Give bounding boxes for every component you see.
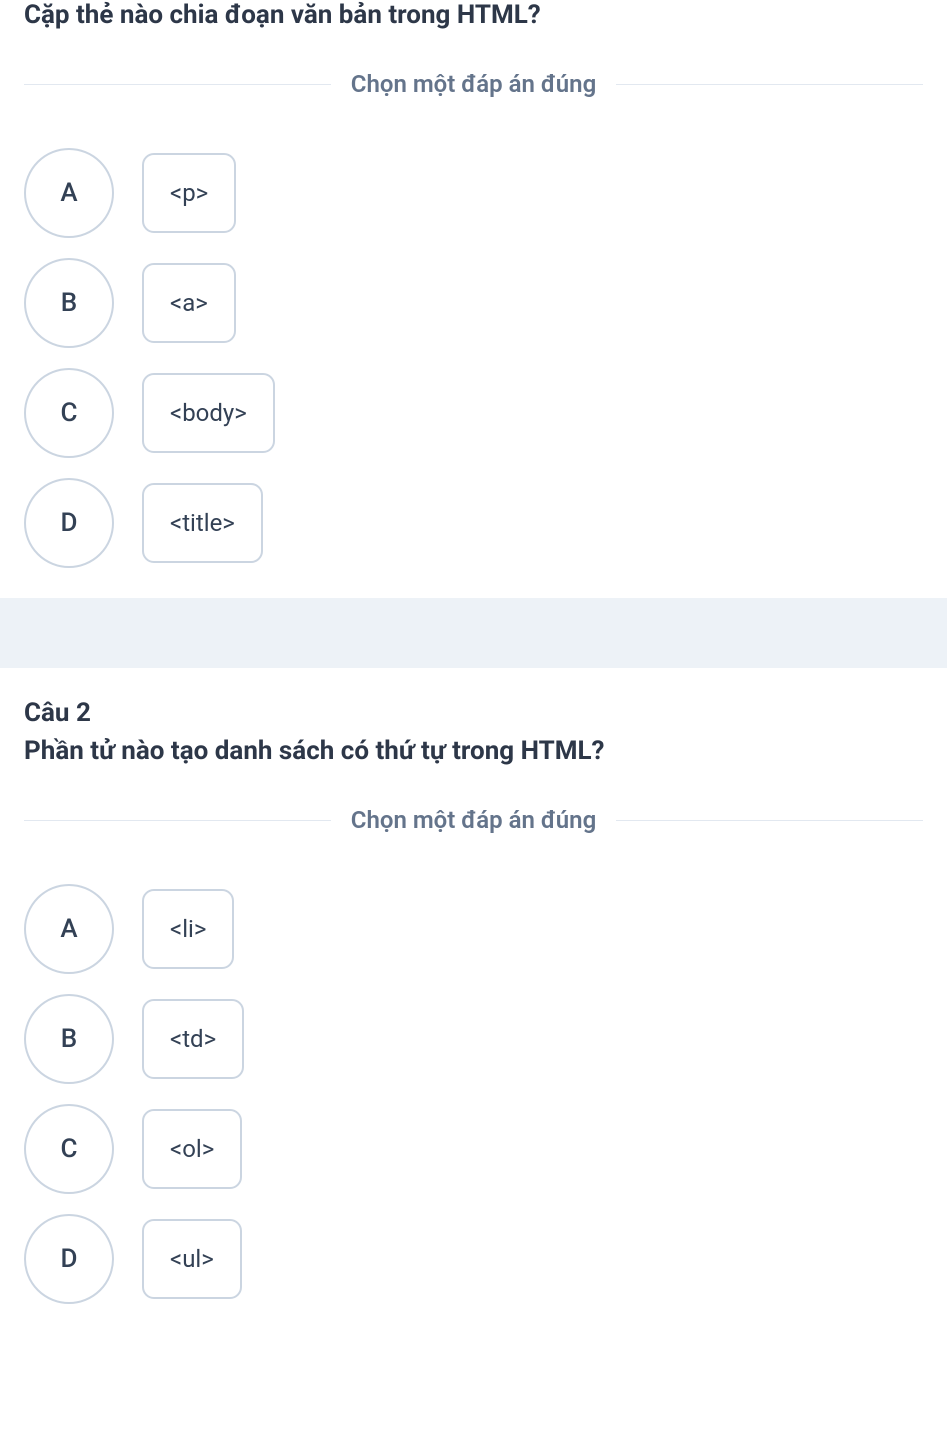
option-letter: C bbox=[24, 1104, 114, 1194]
options-list: A <li> B <td> C <ol> D <ul> bbox=[24, 884, 923, 1304]
question-number: Câu 2 bbox=[24, 668, 923, 728]
question-text: Phần tử nào tạo danh sách có thứ tự tron… bbox=[24, 736, 923, 766]
divider-line-left bbox=[24, 84, 331, 85]
option-value: <a> bbox=[142, 263, 236, 343]
option-value: <li> bbox=[142, 889, 234, 969]
option-letter: B bbox=[24, 258, 114, 348]
instruction-text: Chọn một đáp án đúng bbox=[331, 806, 616, 834]
option-value: <ol> bbox=[142, 1109, 242, 1189]
instruction-divider: Chọn một đáp án đúng bbox=[24, 70, 923, 98]
options-list: A <p> B <a> C <body> D <title> bbox=[24, 148, 923, 568]
option-b[interactable]: B <td> bbox=[24, 994, 923, 1084]
divider-line-right bbox=[616, 84, 923, 85]
option-d[interactable]: D <title> bbox=[24, 478, 923, 568]
question-block-2: Câu 2 Phần tử nào tạo danh sách có thứ t… bbox=[0, 668, 947, 1334]
option-c[interactable]: C <body> bbox=[24, 368, 923, 458]
option-a[interactable]: A <li> bbox=[24, 884, 923, 974]
option-letter: A bbox=[24, 884, 114, 974]
option-d[interactable]: D <ul> bbox=[24, 1214, 923, 1304]
option-c[interactable]: C <ol> bbox=[24, 1104, 923, 1194]
question-text: Cặp thẻ nào chia đoạn văn bản trong HTML… bbox=[24, 0, 923, 30]
instruction-divider: Chọn một đáp án đúng bbox=[24, 806, 923, 834]
option-value: <title> bbox=[142, 483, 263, 563]
option-a[interactable]: A <p> bbox=[24, 148, 923, 238]
option-letter: C bbox=[24, 368, 114, 458]
option-letter: D bbox=[24, 478, 114, 568]
option-value: <td> bbox=[142, 999, 244, 1079]
section-divider bbox=[0, 598, 947, 668]
question-block-1: Cặp thẻ nào chia đoạn văn bản trong HTML… bbox=[0, 0, 947, 598]
divider-line-right bbox=[616, 820, 923, 821]
option-letter: D bbox=[24, 1214, 114, 1304]
option-value: <p> bbox=[142, 153, 236, 233]
option-value: <body> bbox=[142, 373, 275, 453]
option-letter: A bbox=[24, 148, 114, 238]
instruction-text: Chọn một đáp án đúng bbox=[331, 70, 616, 98]
option-letter: B bbox=[24, 994, 114, 1084]
option-value: <ul> bbox=[142, 1219, 242, 1299]
option-b[interactable]: B <a> bbox=[24, 258, 923, 348]
divider-line-left bbox=[24, 820, 331, 821]
